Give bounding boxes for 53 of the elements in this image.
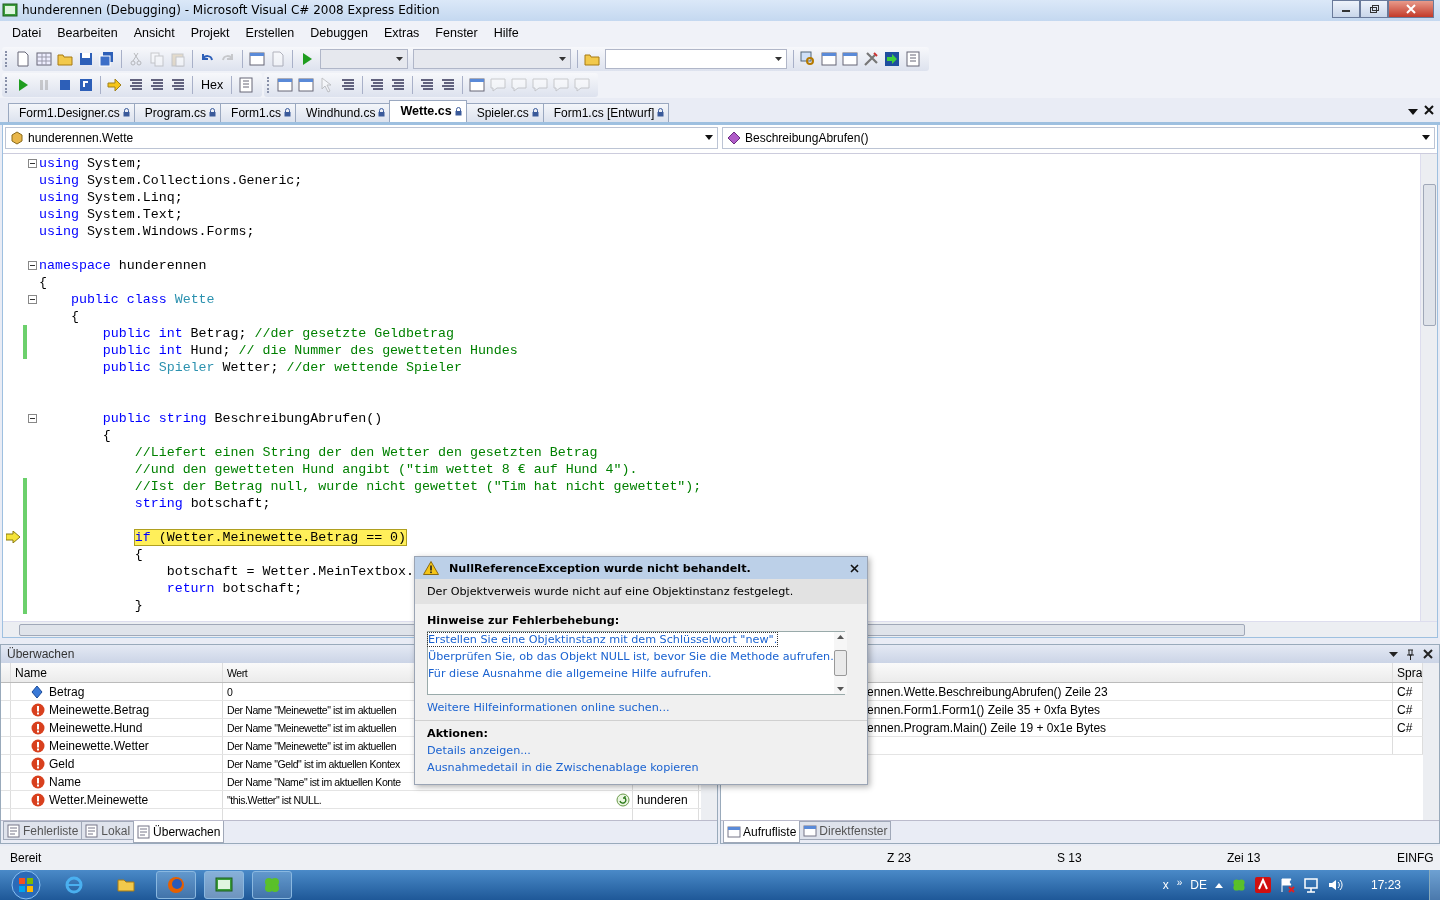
code-line: using System.Windows.Forms; — [39, 223, 255, 239]
exception-message: Der Objektverweis wurde nicht auf eine Objektinstanz festgelegt. — [427, 585, 794, 598]
watch-type: hunderen — [637, 792, 688, 807]
watch-name: Meinewette.Wetter — [49, 738, 149, 753]
watch-name: Geld — [49, 756, 75, 771]
call-stack-frame: ennen.Form1.Form1() Zeile 35 + 0xfa Bytes — [867, 702, 1101, 717]
code-line: namespace hunderennen — [39, 257, 207, 273]
watch-value: 0 — [227, 685, 233, 698]
call-stack-frame: ennen.Program.Main() Zeile 19 + 0x1e Bytes — [867, 720, 1107, 735]
watch-name: Betrag — [49, 684, 85, 699]
code-line: public Spieler Wetter; //der wettende Spieler — [102, 359, 462, 375]
code-line: //und den gewetteten Hund angibt ("tim wettet 8 € auf Hund 4"). — [134, 461, 638, 477]
window-title: hunderennen (Debugging) - Microsoft Visual C# 2008 Express Edition — [22, 3, 440, 18]
panel-title: Überwachen — [7, 647, 75, 662]
language-cell: C# — [1397, 702, 1413, 717]
watch-value: Der Name "Meinewette" ist im aktuellen — [227, 721, 397, 734]
code-line: using System.Collections.Generic; — [39, 172, 303, 188]
code-line: return botschaft; — [166, 580, 303, 596]
code-line: public string BeschreibungAbrufen() — [102, 410, 383, 426]
watch-name: Name — [49, 774, 81, 789]
watch-value: Der Name "Geld" ist im aktuellen Kontex — [227, 757, 400, 770]
watch-name: Meinewette.Betrag — [49, 702, 150, 717]
code-line: using System.Text; — [39, 206, 183, 222]
code-line: //Ist der Betrag null, wurde nicht gewettet ("Tim hat nicht gewettet"); — [134, 478, 702, 494]
code-line: using System; — [39, 155, 143, 171]
code-line: public int Betrag; //der gesetzte Geldbetrag — [102, 325, 454, 341]
watch-value: Der Name "Name" ist im aktuellen Konte — [227, 775, 401, 788]
section-heading: Aktionen: — [427, 727, 489, 740]
watch-value: Der Name "Meinewette" ist im aktuellen — [227, 739, 397, 752]
language-cell: C# — [1397, 684, 1413, 699]
line-indicator: Z 23 — [887, 851, 912, 865]
code-line: { — [39, 274, 47, 290]
watch-name: Wetter.Meinewette — [49, 792, 149, 807]
column-indicator: S 13 — [1057, 851, 1083, 865]
code-line: using System.Linq; — [39, 189, 183, 205]
code-line: { — [134, 546, 143, 562]
code-line: string botschaft; — [134, 495, 271, 511]
section-heading: Hinweise zur Fehlerbehebung: — [427, 614, 621, 627]
watch-value: Der Name "Meinewette" ist im aktuellen — [227, 703, 397, 716]
watch-value: "this.Wetter" ist NULL. — [227, 793, 322, 806]
code-line: public class Wette — [70, 291, 215, 307]
code-line: public int Hund; // die Nummer des gewetteten Hundes — [102, 342, 518, 358]
code-line: botschaft = Wetter.MeinTextbox. — [166, 563, 415, 579]
code-line: { — [102, 427, 111, 443]
dialog-title: NullReferenceException wurde nicht behandelt. — [449, 561, 751, 575]
call-stack-frame: ennen.Wette.BeschreibungAbrufen() Zeile 23 — [867, 684, 1108, 699]
code-line: } — [134, 597, 143, 613]
status-text: Bereit — [10, 851, 42, 865]
code-line: { — [70, 308, 79, 324]
watch-name: Meinewette.Hund — [49, 720, 143, 735]
code-line: //Liefert einen String der den Wetter den gesetzten Betrag — [134, 444, 598, 460]
language-cell: C# — [1397, 720, 1413, 735]
char-indicator: Zei 13 — [1227, 851, 1262, 865]
